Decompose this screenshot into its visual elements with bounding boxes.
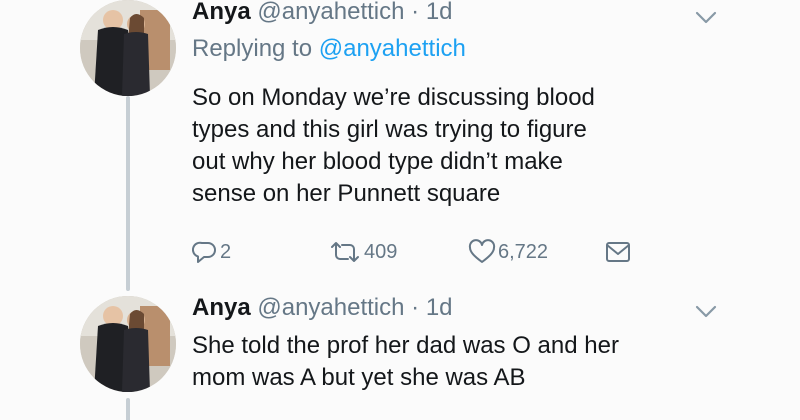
tweet-text-line: out why her blood type didn’t make — [192, 148, 563, 175]
retweet-count: 409 — [364, 241, 398, 263]
envelope-icon — [606, 242, 630, 262]
display-name[interactable]: Anya — [192, 0, 251, 25]
share-button[interactable] — [604, 236, 634, 268]
tweet-header: Anya @anyahettich · 1d — [192, 0, 453, 26]
reply-count: 2 — [220, 241, 232, 263]
tweet[interactable]: Anya @anyahettich · 1d Replying to @anya… — [0, 0, 800, 290]
separator-dot: · — [411, 294, 420, 321]
user-handle[interactable]: @anyahettich — [257, 0, 404, 25]
tweet-text: She told the prof her dad was O and her … — [192, 330, 752, 394]
tweet-text-line: types and this girl was trying to figure — [192, 116, 587, 143]
timestamp[interactable]: 1d — [426, 294, 453, 321]
tweet[interactable]: Anya @anyahettich · 1d She told the prof… — [0, 290, 800, 420]
reply-button[interactable]: 2 — [192, 236, 231, 268]
retweet-icon — [331, 242, 359, 262]
avatar-photo — [80, 0, 176, 96]
timestamp[interactable]: 1d — [426, 0, 453, 25]
display-name[interactable]: Anya — [192, 294, 251, 321]
retweet-button[interactable]: 409 — [328, 236, 397, 268]
chevron-down-icon[interactable] — [694, 10, 718, 26]
reply-icon — [192, 241, 216, 263]
avatar-photo — [80, 296, 176, 392]
tweet-text-line: sense on her Punnett square — [192, 180, 501, 207]
replying-to: Replying to @anyahettich — [192, 34, 466, 64]
heart-icon — [468, 239, 496, 263]
chevron-down-icon[interactable] — [694, 304, 718, 320]
avatar[interactable] — [80, 0, 176, 96]
twitter-thread: Anya @anyahettich · 1d Replying to @anya… — [0, 0, 800, 420]
tweet-text-line: So on Monday we’re discussing blood — [192, 84, 595, 111]
like-button[interactable]: 6,722 — [468, 236, 548, 268]
tweet-actions: 2 409 6,722 — [192, 236, 652, 268]
replying-prefix: Replying to — [192, 35, 313, 62]
tweet-header: Anya @anyahettich · 1d — [192, 294, 453, 322]
avatar[interactable] — [80, 296, 176, 392]
tweet-text-line: mom was A but yet she was AB — [192, 364, 526, 391]
tweet-text-line: She told the prof her dad was O and her — [192, 332, 619, 359]
user-handle[interactable]: @anyahettich — [257, 294, 404, 321]
tweet-text: So on Monday we’re discussing blood type… — [192, 82, 752, 210]
separator-dot: · — [411, 0, 420, 25]
replying-mention-link[interactable]: @anyahettich — [319, 35, 466, 62]
like-count: 6,722 — [498, 241, 549, 263]
